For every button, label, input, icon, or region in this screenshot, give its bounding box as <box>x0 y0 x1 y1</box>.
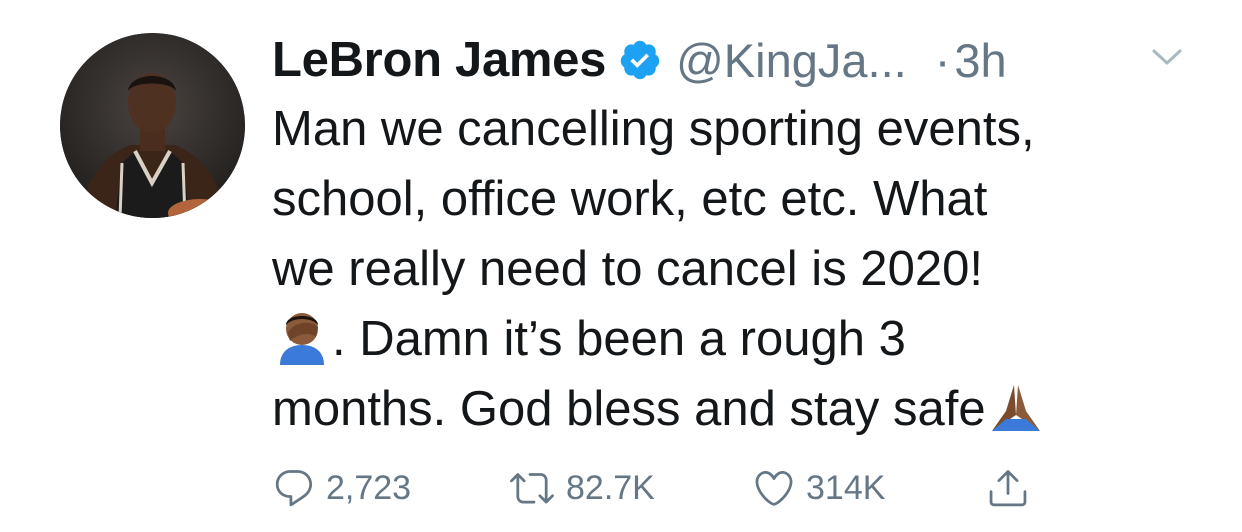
tweet-header: LeBron James @KingJa... · 3h <box>272 30 1007 90</box>
retweet-count: 82.7K <box>566 468 655 507</box>
tweet-text-line: school, office work, etc etc. What <box>272 172 988 226</box>
separator-dot: · <box>934 33 951 87</box>
folded-hands-emoji-icon <box>986 375 1046 435</box>
tweet-text-line-5: months. God bless and stay safe <box>272 382 986 436</box>
tweet-text: Man we cancelling sporting events, schoo… <box>272 94 1202 444</box>
retweet-button[interactable]: 82.7K <box>508 462 655 514</box>
man-facepalming-emoji-icon <box>272 305 332 365</box>
tweet-text-line: we really need to cancel is 2020! <box>272 242 983 296</box>
reply-icon <box>275 470 313 507</box>
retweet-icon <box>510 473 554 504</box>
basketball-player-avatar-icon <box>60 33 245 218</box>
avatar[interactable] <box>60 33 245 218</box>
reply-count: 2,723 <box>326 468 412 507</box>
verified-badge-icon <box>618 38 662 82</box>
tweet-timestamp[interactable]: 3h <box>954 33 1006 88</box>
tweet[interactable]: LeBron James @KingJa... · 3h Man we canc… <box>0 0 1242 532</box>
author-handle[interactable]: @KingJa... <box>676 33 907 88</box>
share-button[interactable] <box>986 462 1030 514</box>
author-name[interactable]: LeBron James <box>272 32 606 88</box>
reply-button[interactable]: 2,723 <box>272 462 411 514</box>
tweet-text-line: Man we cancelling sporting events, <box>272 102 1035 156</box>
chevron-down-icon[interactable] <box>1150 46 1184 68</box>
like-count: 314K <box>806 468 886 507</box>
tweet-text-line-with-emoji: months. God bless and stay safe <box>272 374 1202 444</box>
tweet-text-line-4: . Damn it’s been a rough 3 <box>332 312 906 366</box>
share-icon <box>989 470 1027 507</box>
tweet-text-line-with-emoji: . Damn it’s been a rough 3 <box>272 304 1202 374</box>
like-button[interactable]: 314K <box>752 462 885 514</box>
tweet-actions: 2,723 82.7K 314K <box>272 462 1172 514</box>
heart-icon <box>755 470 793 506</box>
